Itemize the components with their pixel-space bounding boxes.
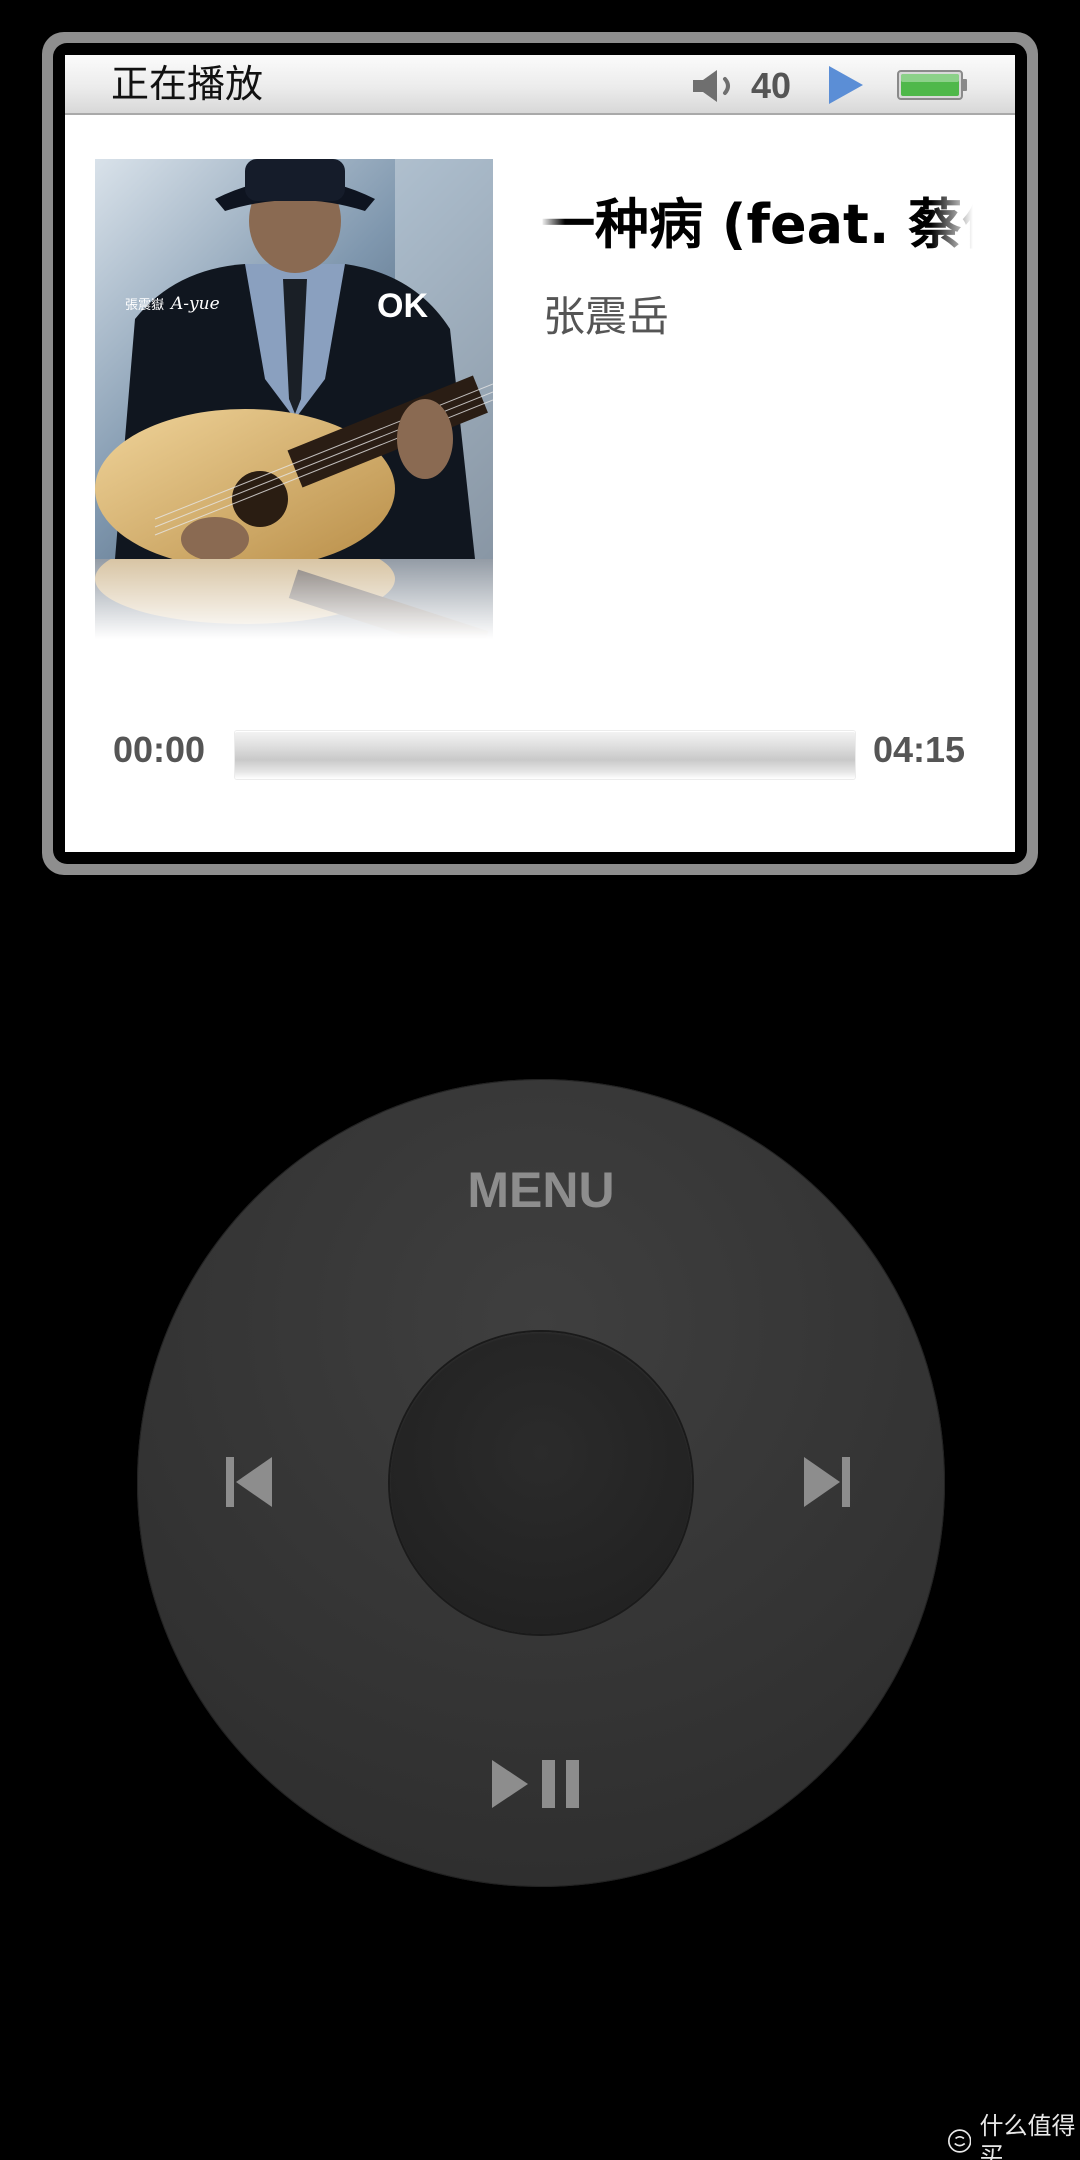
track-title-marquee: 一种病 (feat. 蔡依林) bbox=[541, 185, 973, 265]
select-button[interactable] bbox=[390, 1332, 692, 1634]
time-total: 04:15 bbox=[873, 729, 966, 770]
lcd-screen: 正在播放 40 張震嶽 A-yue OK 一种病 (feat. 张震岳 00:0… bbox=[65, 55, 1015, 852]
track-artist: 张震岳 bbox=[543, 292, 670, 341]
speaker-icon bbox=[693, 70, 730, 102]
screen-frame: 正在播放 40 張震嶽 A-yue OK 一种病 (feat. 张震岳 00:0… bbox=[53, 43, 1027, 864]
watermark: 什么值得买 bbox=[948, 2112, 1080, 2160]
album-art: 張震嶽 A-yue OK bbox=[95, 159, 493, 559]
title-fade-left bbox=[541, 185, 565, 265]
progress-bar[interactable] bbox=[235, 731, 855, 779]
album-art-reflection bbox=[95, 559, 493, 639]
track-title: 一种病 (feat. 蔡依林) bbox=[541, 193, 973, 256]
album-art-signature: A-yue bbox=[169, 294, 220, 314]
next-track-icon[interactable] bbox=[800, 1455, 852, 1509]
menu-button[interactable]: MENU bbox=[341, 1160, 741, 1220]
title-fade-right bbox=[931, 185, 973, 265]
status-bar: 正在播放 40 bbox=[65, 55, 1015, 115]
play-pause-icon[interactable] bbox=[490, 1758, 590, 1810]
play-indicator-icon bbox=[829, 66, 863, 104]
album-art-title: OK bbox=[377, 287, 428, 325]
smzdm-logo-icon bbox=[948, 2129, 972, 2153]
album-art-artist-text: 張震嶽 bbox=[125, 298, 164, 313]
screen-bezel: 正在播放 40 張震嶽 A-yue OK 一种病 (feat. 张震岳 00:0… bbox=[42, 32, 1038, 875]
time-elapsed: 00:00 bbox=[113, 729, 206, 770]
battery-icon bbox=[897, 70, 967, 100]
volume-level: 40 bbox=[751, 65, 792, 106]
status-title: 正在播放 bbox=[111, 62, 264, 106]
watermark-text: 什么值得买 bbox=[979, 2112, 1076, 2160]
previous-track-icon[interactable] bbox=[224, 1455, 276, 1509]
ipod-player-screen: 正在播放 40 張震嶽 A-yue OK 一种病 (feat. 张震岳 00:0… bbox=[0, 0, 1080, 2160]
